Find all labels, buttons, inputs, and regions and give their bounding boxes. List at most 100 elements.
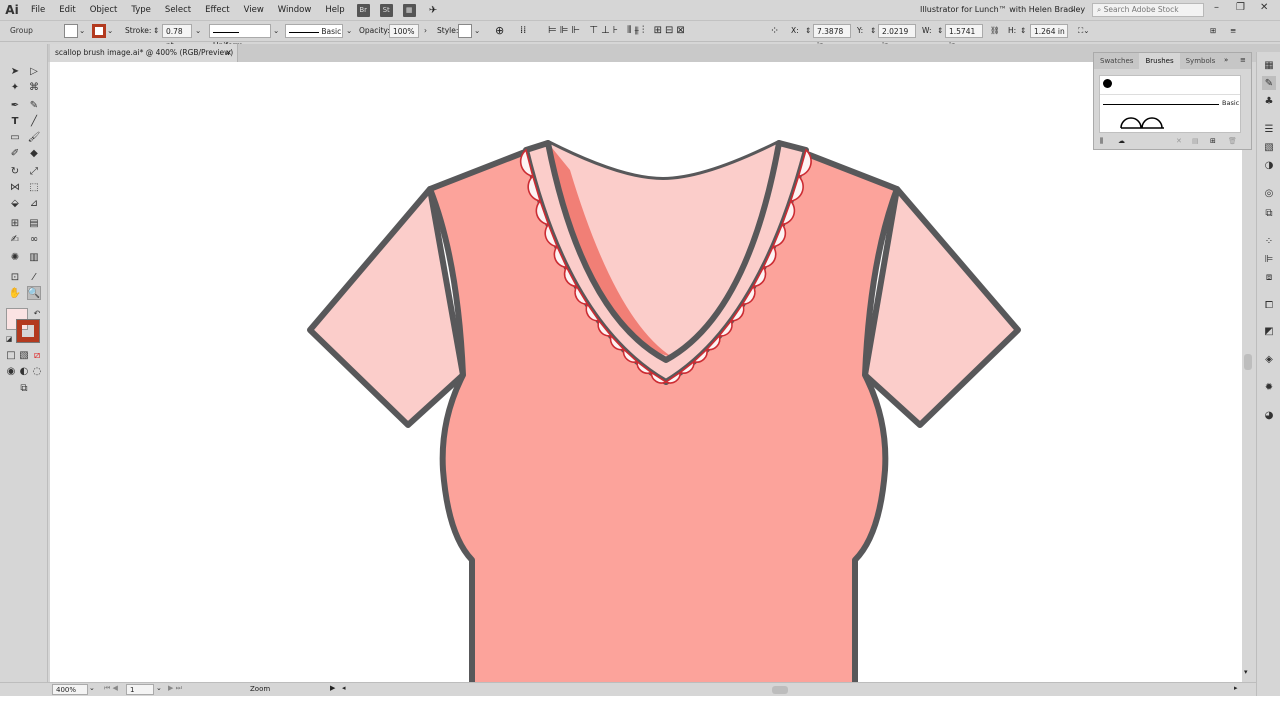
chevron-right-icon[interactable]: ›: [424, 24, 427, 38]
menu-help[interactable]: Help: [318, 5, 351, 15]
chevron-down-icon[interactable]: ⌄: [79, 24, 85, 38]
menu-type[interactable]: Type: [124, 5, 158, 15]
stepper-icon[interactable]: ⇕: [1020, 24, 1026, 38]
panel-menu-icon[interactable]: ≡: [1240, 56, 1246, 64]
gradient-panel-icon[interactable]: ▧: [1262, 140, 1276, 154]
libraries-panel-icon[interactable]: ☁: [1118, 137, 1125, 145]
transform-options-icon[interactable]: ⛶⌄: [1078, 24, 1090, 38]
basic-brush-row[interactable]: Basic: [1100, 94, 1240, 112]
chevron-down-icon[interactable]: ⌄: [474, 24, 480, 38]
menu-view[interactable]: View: [237, 5, 271, 15]
transform-panel-icon[interactable]: ⁘: [1262, 234, 1276, 248]
width-tool-icon[interactable]: ⋈: [8, 180, 22, 194]
transform-reference-icon[interactable]: ⁘: [770, 24, 779, 38]
free-transform-icon[interactable]: ⬚: [27, 180, 41, 194]
eyedropper-tool-icon[interactable]: ✍: [8, 232, 22, 246]
last-artboard-icon[interactable]: ▶ ⏭: [168, 684, 182, 693]
screen-mode-icon[interactable]: ⧉: [17, 381, 31, 395]
graphic-styles-icon[interactable]: ⧉: [1262, 206, 1276, 220]
zoom-level-input[interactable]: 400%: [52, 684, 88, 695]
menu-object[interactable]: Object: [83, 5, 125, 15]
artboard-canvas[interactable]: [50, 62, 1242, 682]
stock-button[interactable]: St: [379, 3, 393, 17]
tshirt-artwork[interactable]: [50, 62, 1242, 682]
panel-menu-icon[interactable]: ≡: [1230, 24, 1236, 38]
mesh-tool-icon[interactable]: ⊞: [8, 216, 22, 230]
y-input[interactable]: 2.0219 in: [878, 24, 916, 50]
vertical-scroll-thumb[interactable]: [1244, 354, 1252, 370]
selection-tool-icon[interactable]: ➤: [8, 64, 22, 78]
tab-symbols[interactable]: Symbols: [1180, 53, 1222, 69]
bridge-button[interactable]: Br: [356, 3, 370, 17]
menu-select[interactable]: Select: [158, 5, 198, 15]
pathfinder-icon[interactable]: ⧈: [1262, 270, 1276, 284]
graph-tool-icon[interactable]: ▥: [27, 250, 41, 264]
scallop-brush[interactable]: [1120, 115, 1166, 129]
collapse-icon[interactable]: »: [1224, 56, 1228, 64]
color-guide-icon[interactable]: ✹: [1262, 380, 1276, 394]
chevron-down-icon[interactable]: ⌄: [346, 24, 352, 38]
direct-selection-tool-icon[interactable]: ▷: [27, 64, 41, 78]
chevron-down-icon[interactable]: ⌄: [107, 24, 113, 38]
height-input[interactable]: 1.264 in: [1030, 24, 1068, 38]
opacity-input[interactable]: 100%: [389, 24, 419, 38]
perspective-grid-icon[interactable]: ⊿: [27, 196, 41, 210]
artboard-tool-icon[interactable]: ⊡: [8, 270, 22, 284]
rotate-tool-icon[interactable]: ↻: [8, 164, 22, 178]
stroke-swatch[interactable]: [92, 24, 106, 38]
recolor-artwork-icon[interactable]: ⊕: [495, 24, 504, 38]
brushes-icon[interactable]: ✎: [1262, 76, 1276, 90]
brush-definition[interactable]: Basic: [285, 24, 343, 38]
restore-icon[interactable]: ❐: [1236, 2, 1245, 13]
default-colors-icon[interactable]: ◪: [2, 332, 16, 346]
layers-icon[interactable]: ◈: [1262, 352, 1276, 366]
options-icon[interactable]: ▤: [1192, 137, 1199, 145]
curvature-tool-icon[interactable]: ✎: [27, 98, 41, 112]
tab-brushes[interactable]: Brushes: [1139, 53, 1180, 69]
opacity-label[interactable]: Opacity:: [359, 24, 390, 38]
document-tab[interactable]: scallop brush image.ai* @ 400% (RGB/Prev…: [50, 44, 238, 62]
delete-brush-icon[interactable]: 🗑: [1228, 137, 1237, 145]
scroll-right-icon[interactable]: ▸: [1234, 684, 1238, 692]
lasso-tool-icon[interactable]: ⌘: [27, 80, 41, 94]
chevron-down-icon[interactable]: ⌄: [273, 24, 279, 38]
zoom-tool-icon[interactable]: 🔍: [27, 286, 41, 300]
chevron-down-icon[interactable]: ⌄: [89, 684, 95, 692]
link-proportions-icon[interactable]: ⛓: [990, 24, 1000, 38]
draw-inside-icon[interactable]: ◌: [30, 364, 44, 378]
stepper-icon[interactable]: ⇕: [153, 24, 159, 38]
stepper-icon[interactable]: ⇕: [937, 24, 943, 38]
transparency-icon[interactable]: ◑: [1262, 158, 1276, 172]
fill-swatch[interactable]: [64, 24, 78, 38]
width-input[interactable]: 1.5741 in: [945, 24, 983, 50]
chevron-down-icon[interactable]: ⌄: [195, 24, 201, 38]
align-to-icon[interactable]: ⁞⁞: [520, 24, 526, 38]
graphic-style-swatch[interactable]: [458, 24, 472, 38]
hand-tool-icon[interactable]: ✋: [8, 286, 22, 300]
blend-tool-icon[interactable]: ∞: [27, 232, 41, 246]
menu-window[interactable]: Window: [271, 5, 319, 15]
calligraphic-brush[interactable]: [1103, 79, 1112, 88]
color-panel-icon[interactable]: ◕: [1262, 408, 1276, 422]
chevron-down-icon[interactable]: ⌄: [1070, 5, 1076, 13]
stroke-color-box[interactable]: [16, 319, 40, 343]
stroke-weight-input[interactable]: 0.78 pt: [162, 24, 192, 50]
remove-stroke-icon[interactable]: ✕: [1176, 137, 1182, 145]
scale-tool-icon[interactable]: ⤢: [27, 164, 41, 178]
gradient-mode-icon[interactable]: ▧: [17, 348, 31, 362]
menu-file[interactable]: File: [24, 5, 52, 15]
shape-builder-icon[interactable]: ⬙: [8, 196, 22, 210]
menu-edit[interactable]: Edit: [52, 5, 82, 15]
menu-effect[interactable]: Effect: [198, 5, 236, 15]
properties-icon[interactable]: ▦: [1262, 58, 1276, 72]
pen-tool-icon[interactable]: ✒: [8, 98, 22, 112]
x-input[interactable]: 7.3878 in: [813, 24, 851, 50]
align-panel-icon[interactable]: ⊫: [1262, 252, 1276, 266]
artboards-panel-icon[interactable]: ⧠: [1262, 298, 1276, 312]
symbols-icon[interactable]: ♣: [1262, 94, 1276, 108]
scroll-down-icon[interactable]: ▾: [1244, 668, 1248, 676]
paintbrush-tool-icon[interactable]: 🖌: [27, 130, 41, 144]
stock-search-input[interactable]: ⌕ Search Adobe Stock: [1092, 3, 1204, 17]
magic-wand-icon[interactable]: ✦: [8, 80, 22, 94]
tab-swatches[interactable]: Swatches: [1094, 53, 1139, 69]
